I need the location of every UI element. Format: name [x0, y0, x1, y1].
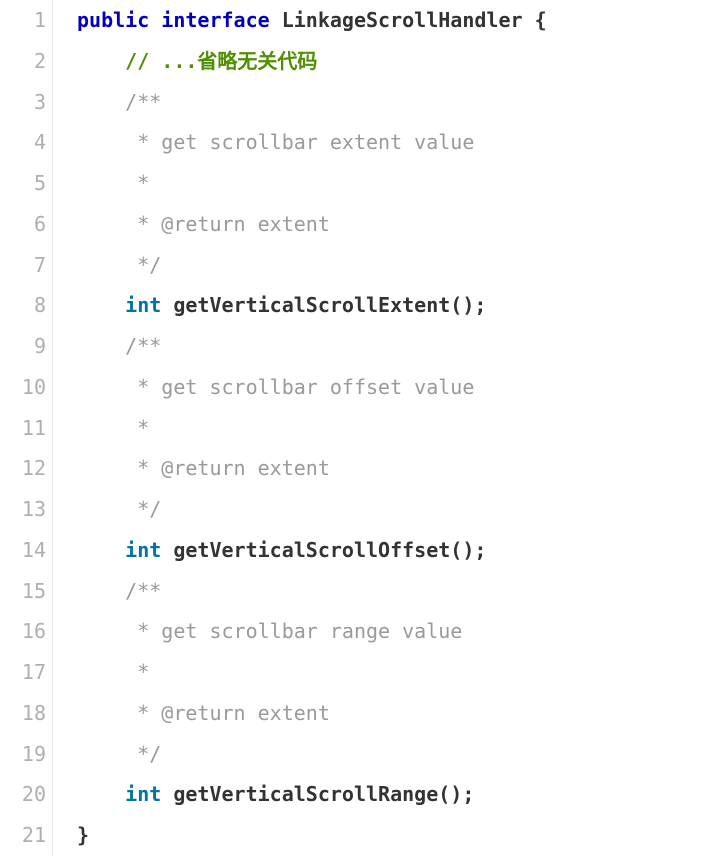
code-line: *	[77, 408, 712, 449]
token-doc: * get scrollbar range value	[125, 619, 462, 643]
code-line: /**	[77, 82, 712, 123]
token-thin	[161, 538, 173, 562]
line-number-gutter: 123456789101112131415161718192021	[0, 0, 53, 856]
token-type: int	[125, 782, 161, 806]
code-line: * get scrollbar range value	[77, 611, 712, 652]
line-number: 18	[0, 693, 46, 734]
token-doc: * @return extent	[125, 456, 330, 480]
token-id: getVerticalScrollExtent	[173, 293, 450, 317]
line-number: 7	[0, 245, 46, 286]
token-thin	[523, 8, 535, 32]
line-number: 10	[0, 367, 46, 408]
code-line: int getVerticalScrollOffset();	[77, 530, 712, 571]
token-doc: *	[125, 416, 149, 440]
token-id: getVerticalScrollOffset	[173, 538, 450, 562]
line-number: 1	[0, 0, 46, 41]
code-line: public interface LinkageScrollHandler {	[77, 0, 712, 41]
code-line: * @return extent	[77, 693, 712, 734]
line-number: 19	[0, 734, 46, 775]
line-number: 12	[0, 448, 46, 489]
line-number: 4	[0, 122, 46, 163]
token-pn: }	[77, 823, 89, 847]
token-type: int	[125, 538, 161, 562]
code-line: *	[77, 163, 712, 204]
code-line: /**	[77, 571, 712, 612]
code-line: /**	[77, 326, 712, 367]
code-line: * @return extent	[77, 204, 712, 245]
code-line: int getVerticalScrollExtent();	[77, 285, 712, 326]
code-line: // ...省略无关代码	[77, 41, 712, 82]
line-number: 17	[0, 652, 46, 693]
token-doc: * get scrollbar extent value	[125, 130, 474, 154]
line-number: 16	[0, 611, 46, 652]
token-type: int	[125, 293, 161, 317]
code-content[interactable]: public interface LinkageScrollHandler { …	[53, 0, 712, 856]
token-pn: {	[535, 8, 547, 32]
line-number: 3	[0, 82, 46, 123]
line-number: 15	[0, 571, 46, 612]
token-doc: /**	[125, 579, 161, 603]
code-line: * get scrollbar offset value	[77, 367, 712, 408]
token-doc: */	[125, 742, 161, 766]
token-doc: * get scrollbar offset value	[125, 375, 474, 399]
line-number: 5	[0, 163, 46, 204]
token-doc: /**	[125, 90, 161, 114]
code-line: *	[77, 652, 712, 693]
token-thin	[161, 782, 173, 806]
token-id: LinkageScrollHandler	[282, 8, 523, 32]
token-cm: // ...省略无关代码	[125, 49, 317, 73]
code-block: 123456789101112131415161718192021 public…	[0, 0, 712, 856]
token-doc: * @return extent	[125, 701, 330, 725]
token-kw: public	[77, 8, 149, 32]
line-number: 21	[0, 815, 46, 856]
line-number: 6	[0, 204, 46, 245]
line-number: 8	[0, 285, 46, 326]
token-doc: /**	[125, 334, 161, 358]
line-number: 13	[0, 489, 46, 530]
line-number: 14	[0, 530, 46, 571]
token-doc: */	[125, 497, 161, 521]
token-pn: ();	[450, 293, 486, 317]
line-number: 2	[0, 41, 46, 82]
line-number: 20	[0, 774, 46, 815]
token-pn: ();	[450, 538, 486, 562]
token-pn: ();	[438, 782, 474, 806]
code-line: }	[77, 815, 712, 856]
token-doc: * @return extent	[125, 212, 330, 236]
token-thin	[270, 8, 282, 32]
line-number: 11	[0, 408, 46, 449]
line-number: 9	[0, 326, 46, 367]
code-line: */	[77, 245, 712, 286]
token-doc: */	[125, 253, 161, 277]
token-id: getVerticalScrollRange	[173, 782, 438, 806]
code-line: */	[77, 734, 712, 775]
token-thin	[161, 293, 173, 317]
code-line: * get scrollbar extent value	[77, 122, 712, 163]
token-thin	[149, 8, 161, 32]
token-kw: interface	[161, 8, 269, 32]
token-doc: *	[125, 171, 149, 195]
code-line: int getVerticalScrollRange();	[77, 774, 712, 815]
code-line: * @return extent	[77, 448, 712, 489]
token-doc: *	[125, 660, 149, 684]
code-line: */	[77, 489, 712, 530]
